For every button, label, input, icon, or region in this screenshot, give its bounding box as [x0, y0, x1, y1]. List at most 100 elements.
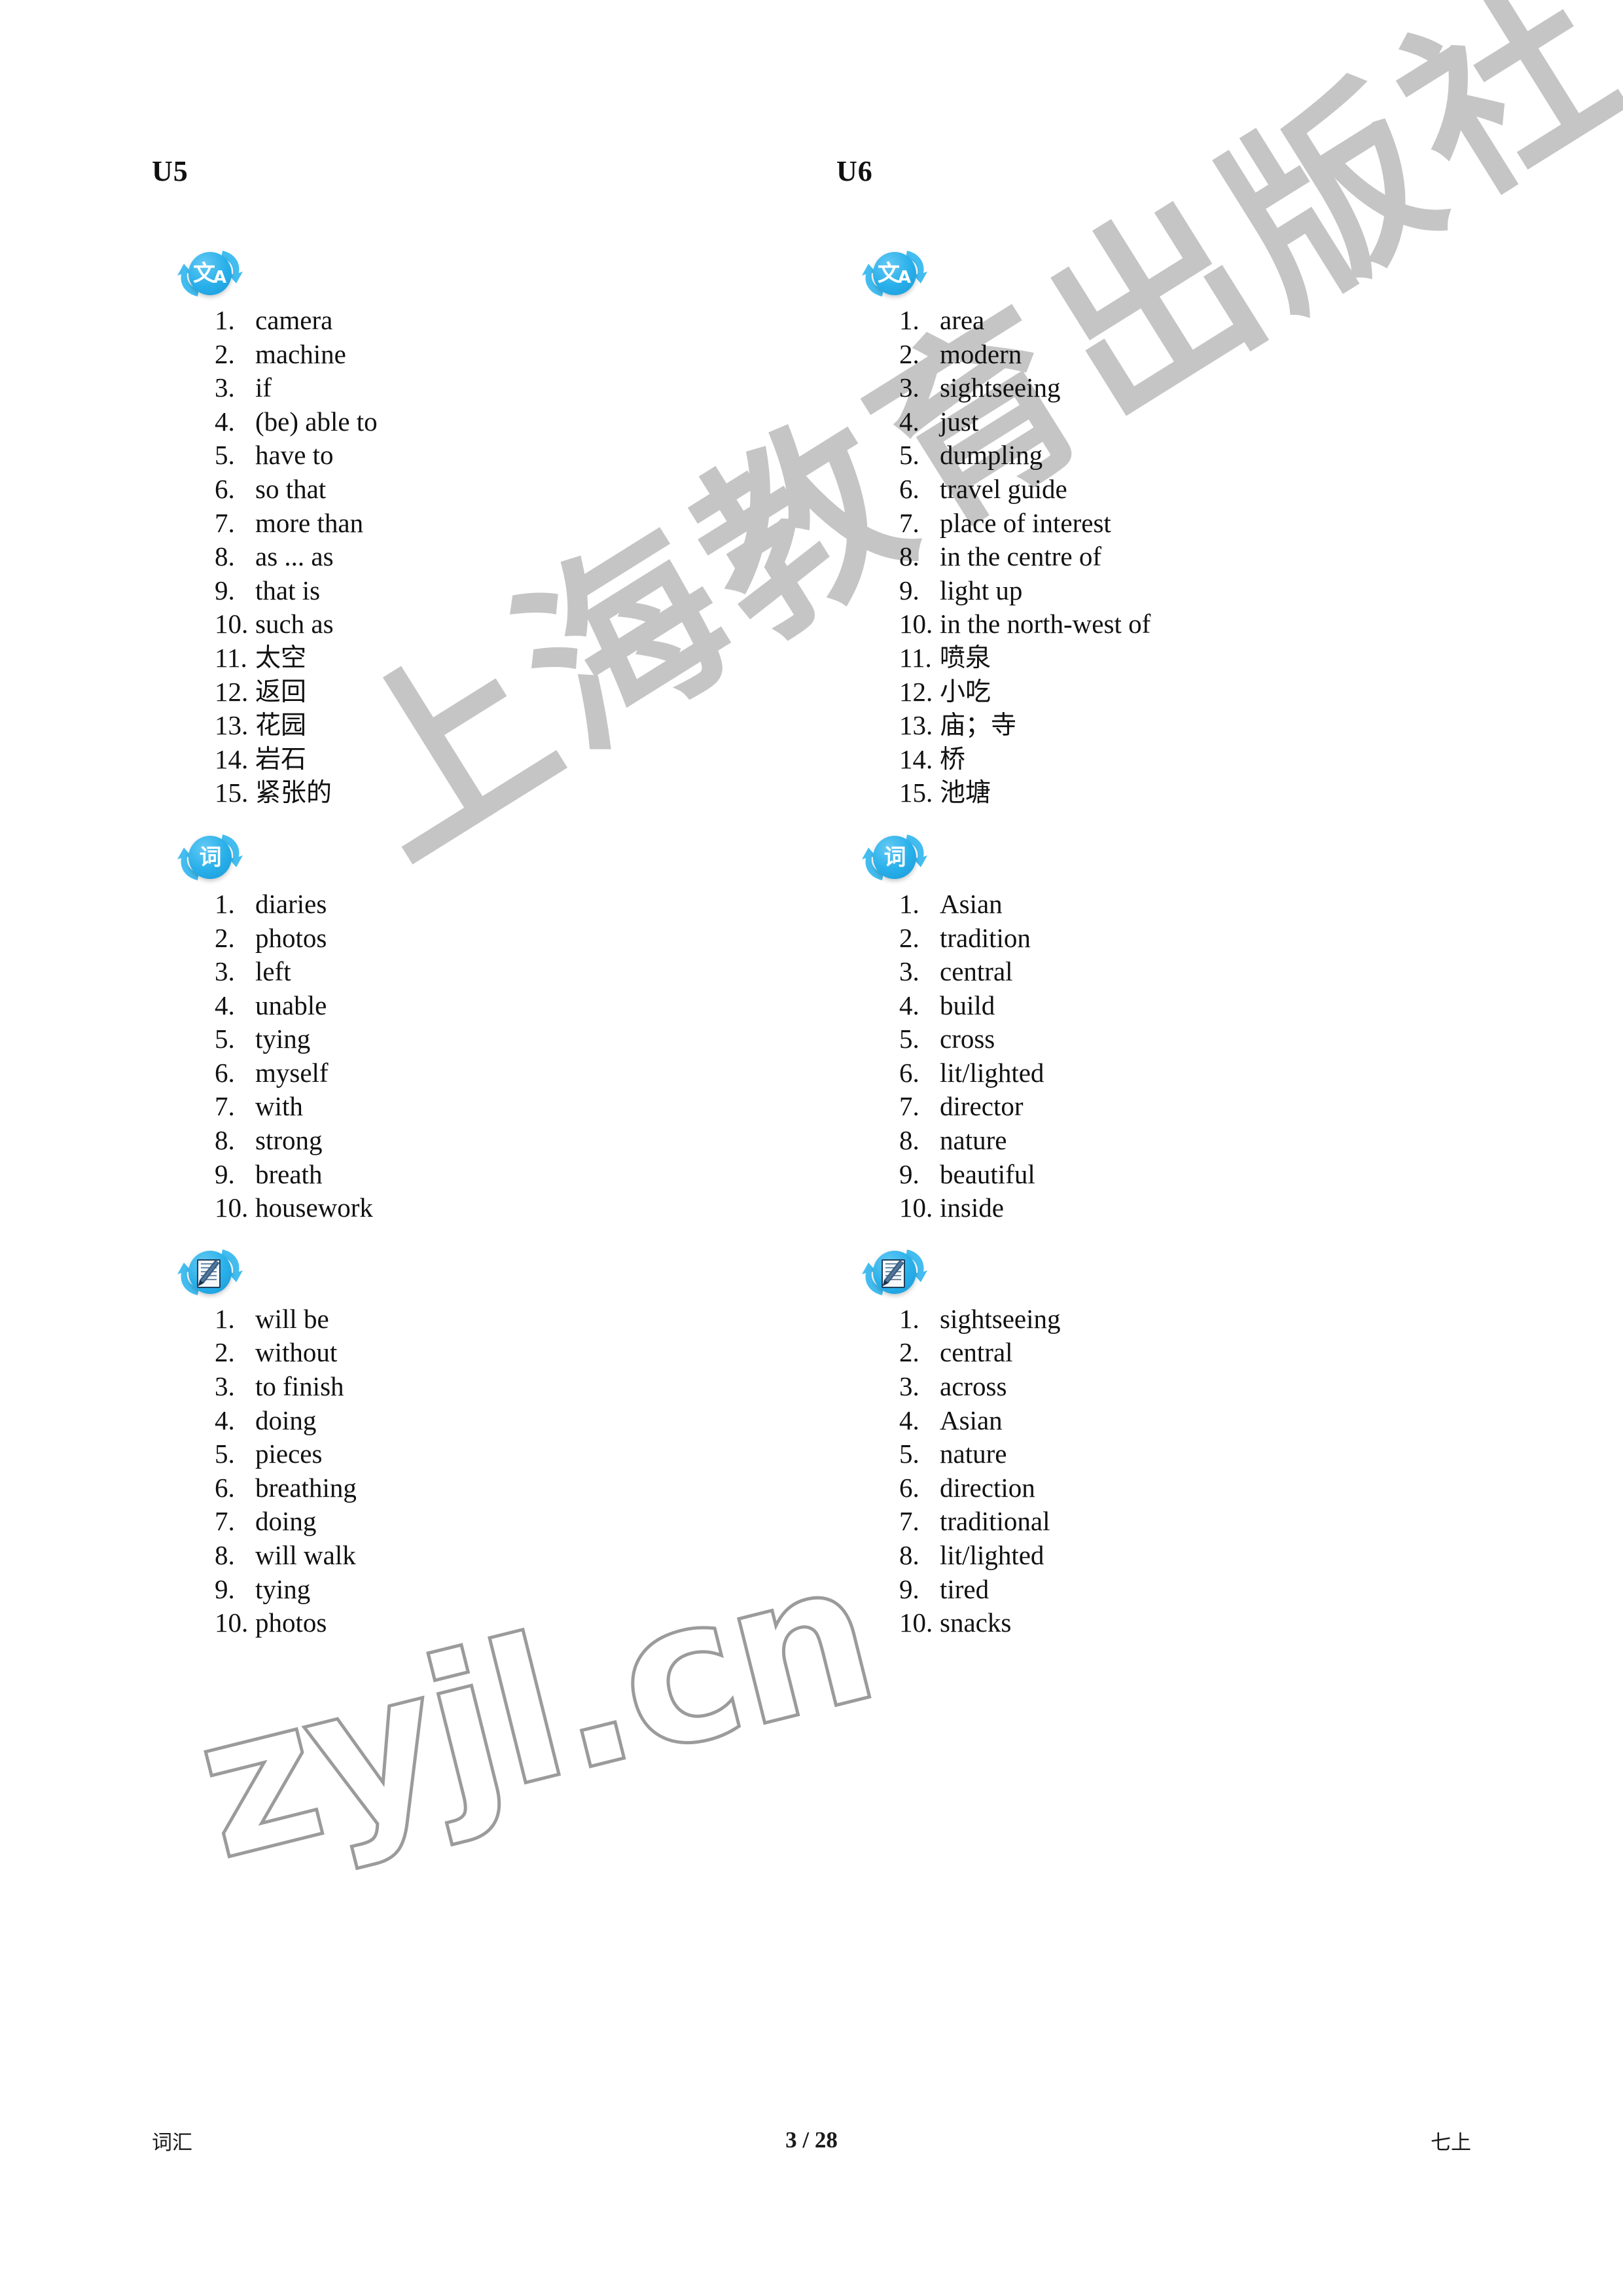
list-item: 1. will be — [215, 1302, 780, 1336]
item-number: 10. — [215, 1193, 249, 1223]
list-item: 3. if — [215, 371, 780, 405]
item-number: 8. — [215, 1125, 235, 1156]
list-item: 10. housework — [215, 1191, 780, 1225]
list-item: 7. with — [215, 1090, 780, 1124]
item-text: Asian — [940, 888, 1003, 919]
item-number: 14. — [899, 744, 933, 774]
section-u6-translation: 文A 1. area 2. modern 3. sightseeing 4. just … — [836, 243, 1465, 810]
section-header-u6-translation: 文A — [836, 243, 1465, 304]
list-item: 6. direction — [899, 1471, 1465, 1505]
item-number: 5. — [899, 1024, 919, 1054]
item-number: 6. — [899, 1472, 919, 1503]
list-item: 1. Asian — [899, 888, 1465, 922]
item-number: 4. — [215, 990, 235, 1020]
item-text: sightseeing — [940, 1303, 1061, 1334]
item-number: 3. — [899, 1371, 919, 1402]
item-number: 13. — [899, 710, 933, 741]
list-item: 14. 桥 — [899, 743, 1465, 777]
list-item: 2. modern — [899, 338, 1465, 372]
word-form-icon: 词 — [175, 829, 245, 886]
item-number: 8. — [899, 1125, 919, 1156]
item-text: doing — [255, 1405, 317, 1435]
item-number: 5. — [215, 440, 235, 471]
word-form-glyph: 词 — [873, 835, 916, 879]
list-item: 2. photos — [215, 922, 780, 956]
item-number: 6. — [215, 473, 235, 504]
list-item: 14. 岩石 — [215, 743, 780, 777]
list-item: 13. 庙；寺 — [899, 709, 1465, 743]
unit-title-u6: U6 — [836, 155, 873, 187]
list-item: 4. just — [899, 405, 1465, 439]
item-text: light up — [940, 575, 1023, 605]
list-item: 2. central — [899, 1336, 1465, 1370]
item-text: have to — [255, 440, 334, 471]
list-item: 5. pieces — [215, 1437, 780, 1471]
translate-glyph: 文A — [873, 252, 916, 295]
item-number: 7. — [899, 1091, 919, 1122]
item-number: 12. — [899, 676, 933, 707]
list-item: 7. place of interest — [899, 507, 1465, 541]
page-number: 3 / 28 — [785, 2127, 838, 2153]
list-item: 6. so that — [215, 473, 780, 507]
item-text: breath — [255, 1158, 323, 1189]
item-text: Asian — [940, 1405, 1003, 1435]
list-item: 6. travel guide — [899, 473, 1465, 507]
item-number: 4. — [215, 1405, 235, 1435]
item-text: build — [940, 990, 995, 1020]
item-text: lit/lighted — [940, 1057, 1044, 1088]
item-text: in the north-west of — [940, 609, 1151, 639]
item-number: 8. — [899, 1540, 919, 1570]
item-number: 11. — [899, 642, 932, 673]
item-text: housework — [255, 1193, 373, 1223]
list-item: 15. 紧张的 — [215, 776, 780, 810]
list-item: 1. sightseeing — [899, 1302, 1465, 1336]
page-content: U5 文A 1. camera 2. machine 3. if 4. (be)… — [0, 0, 1623, 2296]
item-number: 3. — [215, 1371, 235, 1402]
item-text: will be — [255, 1303, 329, 1334]
item-number: 3. — [215, 372, 235, 403]
item-number: 2. — [899, 1337, 919, 1368]
list-item: 8. lit/lighted — [899, 1539, 1465, 1573]
list-item: 3. across — [899, 1370, 1465, 1404]
notepad-glyph — [188, 1250, 232, 1294]
item-text: just — [940, 406, 979, 437]
list-item: 10. such as — [215, 607, 780, 641]
list-item: 8. strong — [215, 1124, 780, 1158]
item-text: doing — [255, 1506, 317, 1537]
list-item: 3. central — [899, 955, 1465, 989]
word-form-glyph: 词 — [188, 835, 232, 879]
item-number: 7. — [215, 1506, 235, 1537]
list-item: 10. in the north-west of — [899, 607, 1465, 641]
item-number: 1. — [899, 888, 919, 919]
notepad-pencil-icon — [860, 1244, 929, 1300]
item-number: 1. — [215, 1303, 235, 1334]
item-text: photos — [255, 1607, 327, 1638]
item-text: area — [940, 305, 985, 335]
item-number: 3. — [215, 956, 235, 987]
section-u6-fill-in: 1. sightseeing 2. central 3. across 4. Asian… — [836, 1242, 1465, 1640]
list-item: 13. 花园 — [215, 709, 780, 743]
section-header-u5-fill-in — [152, 1242, 780, 1302]
list-item: 8. nature — [899, 1124, 1465, 1158]
item-number: 15. — [215, 778, 249, 808]
item-text: 庙；寺 — [940, 711, 1017, 741]
item-number: 13. — [215, 710, 249, 741]
item-number: 8. — [215, 541, 235, 572]
item-number: 2. — [215, 1337, 235, 1368]
list-item: 6. breathing — [215, 1471, 780, 1505]
item-text: place of interest — [940, 507, 1111, 538]
unit-column-u5: U5 文A 1. camera 2. machine 3. if 4. (be)… — [152, 154, 780, 1657]
list-item: 2. machine — [215, 338, 780, 372]
word-form-icon: 词 — [860, 829, 929, 886]
list-item: 3. to finish — [215, 1370, 780, 1404]
list-item: 5. tying — [215, 1022, 780, 1056]
item-text: tired — [940, 1573, 990, 1604]
list-item: 5. cross — [899, 1022, 1465, 1056]
list-item: 6. myself — [215, 1056, 780, 1090]
item-text: tradition — [940, 922, 1031, 953]
item-number: 9. — [215, 1573, 235, 1604]
item-number: 8. — [899, 541, 919, 572]
item-text: without — [255, 1337, 338, 1368]
item-text: unable — [255, 990, 327, 1020]
list-item: 9. tired — [899, 1573, 1465, 1607]
